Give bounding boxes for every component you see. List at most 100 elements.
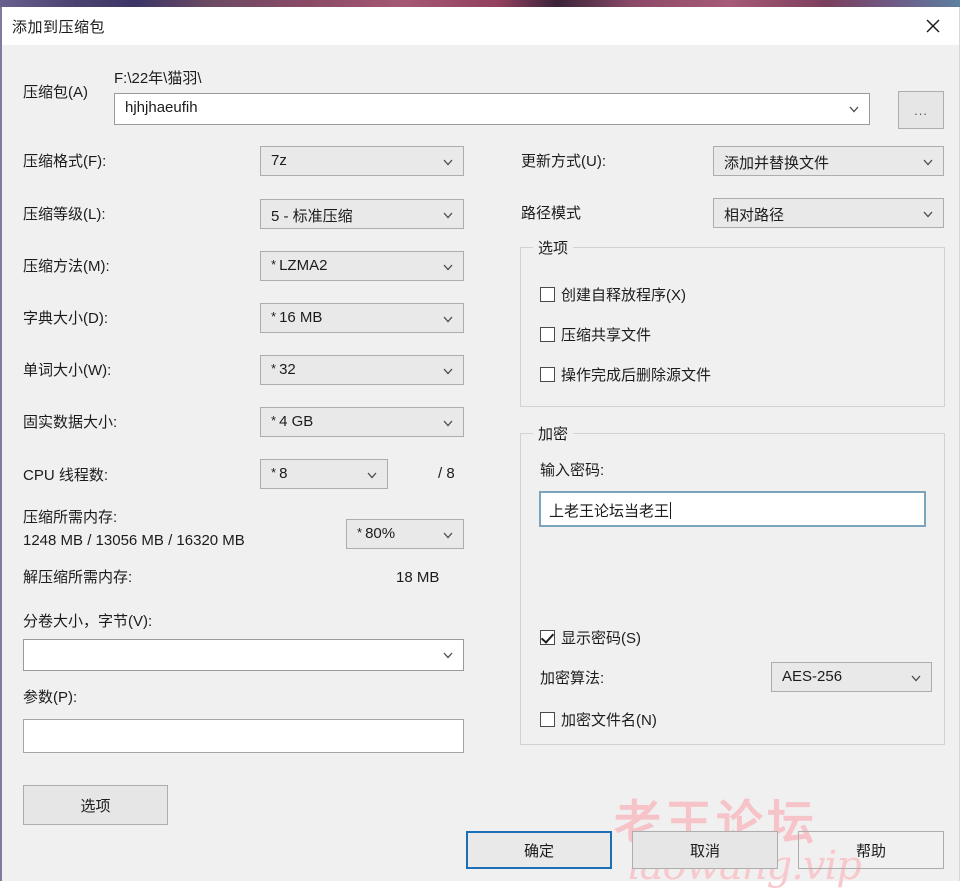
archive-label: 压缩包(A) (23, 84, 88, 101)
modified-marker: * (271, 361, 277, 376)
compression-level-value: 5 - 标准压缩 (271, 208, 353, 225)
memory-decompress-value: 18 MB (396, 569, 440, 586)
dictionary-size-label: 字典大小(D): (23, 310, 108, 327)
checkbox-label: 压缩共享文件 (561, 327, 652, 344)
checkbox-box-icon (540, 287, 555, 302)
checkbox-box-icon (540, 712, 555, 727)
solid-block-size-label: 固实数据大小: (23, 414, 118, 431)
options-group-title: 选项 (533, 237, 574, 258)
desktop-background-strip (0, 0, 960, 7)
cpu-threads-total: / 8 (438, 465, 455, 482)
archive-path: F:\22年\猫羽\ (114, 70, 202, 87)
window-title: 添加到压缩包 (12, 19, 106, 36)
cpu-threads-combo[interactable]: * 8 (260, 459, 388, 489)
chevron-down-icon (923, 159, 933, 166)
encryption-algorithm-value: AES-256 (782, 668, 843, 685)
checkbox-show-password[interactable]: 显示密码(S) (540, 627, 641, 648)
update-mode-combo[interactable]: 添加并替换文件 (713, 146, 944, 176)
options-groupbox: 选项 创建自释放程序(X) 压缩共享文件 操作完成后删除源文件 (520, 237, 945, 407)
modified-marker: * (271, 465, 277, 480)
checkbox-label: 显示密码(S) (561, 630, 641, 647)
encryption-algorithm-combo[interactable]: AES-256 (771, 662, 932, 692)
checkbox-box-icon (540, 327, 555, 342)
dialog-body: 压缩包(A) F:\22年\猫羽\ hjhjhaeufih ... 压缩格式(F… (2, 45, 959, 889)
compression-method-value: * LZMA2 (271, 257, 328, 274)
compression-format-value: 7z (271, 152, 287, 169)
archive-name-combo[interactable]: hjhjhaeufih (114, 93, 870, 125)
modified-marker: * (357, 525, 363, 540)
options-button-label: 选项 (80, 797, 111, 815)
modified-marker: * (271, 309, 277, 324)
chevron-down-icon (443, 316, 453, 323)
ok-button[interactable]: 确定 (466, 831, 612, 869)
options-button[interactable]: 选项 (23, 785, 168, 825)
cancel-button[interactable]: 取消 (632, 831, 778, 869)
checkbox-label: 操作完成后删除源文件 (561, 367, 712, 384)
checkbox-label: 加密文件名(N) (561, 712, 657, 729)
compression-format-combo[interactable]: 7z (260, 146, 464, 176)
help-button[interactable]: 帮助 (798, 831, 944, 869)
checkbox-create-sfx[interactable]: 创建自释放程序(X) (540, 284, 686, 305)
solid-block-size-combo[interactable]: * 4 GB (260, 407, 464, 437)
encryption-groupbox: 加密 输入密码: 上老王论坛当老王 显示密码(S) 加密算法: AES-256 … (520, 423, 945, 745)
archive-name-value: hjhjhaeufih (125, 99, 198, 116)
compression-format-label: 压缩格式(F): (23, 153, 107, 170)
checkbox-box-icon (540, 630, 555, 645)
parameters-input[interactable] (23, 719, 464, 753)
chevron-down-icon (849, 106, 859, 113)
cpu-threads-label: CPU 线程数: (23, 467, 109, 484)
word-size-combo[interactable]: * 32 (260, 355, 464, 385)
word-size-value: * 32 (271, 361, 296, 378)
chevron-down-icon (443, 420, 453, 427)
password-label: 输入密码: (540, 462, 605, 479)
chevron-down-icon (443, 652, 453, 659)
chevron-down-icon (911, 675, 921, 682)
checkbox-delete-after-compression[interactable]: 操作完成后删除源文件 (540, 364, 711, 385)
password-input[interactable]: 上老王论坛当老王 (539, 491, 926, 527)
chevron-down-icon (443, 159, 453, 166)
ok-button-label: 确定 (523, 842, 554, 860)
compression-method-combo[interactable]: * LZMA2 (260, 251, 464, 281)
dictionary-size-combo[interactable]: * 16 MB (260, 303, 464, 333)
dictionary-size-value: * 16 MB (271, 309, 323, 326)
memory-decompress-label: 解压缩所需内存: (23, 569, 133, 586)
browse-button[interactable]: ... (898, 91, 944, 129)
password-value: 上老王论坛当老王 (549, 502, 672, 520)
checkbox-box-icon (540, 367, 555, 382)
close-icon[interactable] (907, 7, 959, 45)
add-to-archive-dialog: 添加到压缩包 压缩包(A) F:\22年\猫羽\ hjhjhaeufih ...… (0, 7, 960, 889)
text-caret (670, 502, 672, 519)
volume-size-combo[interactable] (23, 639, 464, 671)
memory-percent-value: * 80% (357, 525, 396, 542)
chevron-down-icon (443, 368, 453, 375)
checkbox-compress-shared-files[interactable]: 压缩共享文件 (540, 324, 651, 345)
browse-button-label: ... (914, 102, 928, 118)
update-mode-label: 更新方式(U): (521, 153, 606, 170)
checkbox-encrypt-file-names[interactable]: 加密文件名(N) (540, 709, 657, 730)
encryption-group-title: 加密 (533, 423, 574, 444)
chevron-down-icon (443, 212, 453, 219)
path-mode-combo[interactable]: 相对路径 (713, 198, 944, 228)
parameters-label: 参数(P): (23, 689, 78, 706)
checkbox-label: 创建自释放程序(X) (561, 287, 686, 304)
chevron-down-icon (443, 264, 453, 271)
compression-method-label: 压缩方法(M): (23, 258, 110, 275)
chevron-down-icon (443, 532, 453, 539)
memory-compress-detail: 1248 MB / 13056 MB / 16320 MB (23, 532, 245, 549)
compression-level-label: 压缩等级(L): (23, 206, 106, 223)
memory-percent-combo[interactable]: * 80% (346, 519, 464, 549)
update-mode-value: 添加并替换文件 (724, 155, 830, 172)
compression-level-combo[interactable]: 5 - 标准压缩 (260, 199, 464, 229)
modified-marker: * (271, 257, 277, 272)
memory-compress-label: 压缩所需内存: (23, 509, 118, 526)
help-button-label: 帮助 (855, 842, 886, 860)
path-mode-label: 路径模式 (521, 205, 582, 222)
chevron-down-icon (923, 211, 933, 218)
path-mode-value: 相对路径 (724, 207, 785, 224)
volume-size-label: 分卷大小，字节(V): (23, 613, 153, 630)
encryption-algorithm-label: 加密算法: (540, 670, 605, 687)
word-size-label: 单词大小(W): (23, 362, 112, 379)
title-bar: 添加到压缩包 (2, 7, 959, 45)
chevron-down-icon (367, 472, 377, 479)
solid-block-size-value: * 4 GB (271, 413, 314, 430)
